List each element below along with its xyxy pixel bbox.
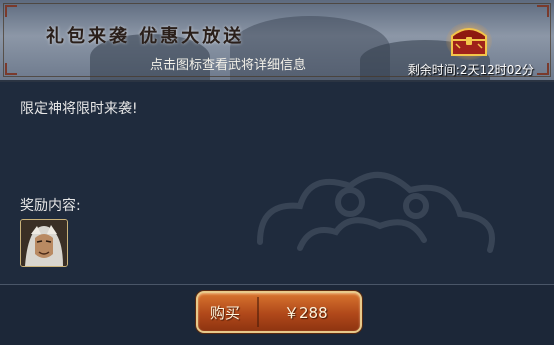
content-panel: 限定神将限时来袭! 奖励内容:	[0, 82, 554, 284]
pack-description: 限定神将限时来袭!	[20, 101, 138, 117]
price-label: ￥288	[284, 304, 328, 322]
promo-banner: 礼包来袭 优惠大放送 点击图标查看武将详细信息 剩余时间:2天12时02分	[0, 0, 554, 82]
countdown-timer: 剩余时间:2天12时02分	[407, 63, 534, 77]
corner-ornament	[5, 63, 17, 75]
cloud-decoration	[257, 171, 495, 253]
reward-label: 奖励内容:	[20, 198, 81, 214]
button-divider	[257, 297, 259, 327]
corner-ornament	[5, 5, 17, 17]
buy-button-label: 购买	[210, 304, 241, 322]
general-portrait[interactable]	[20, 219, 68, 267]
corner-ornament	[537, 63, 549, 75]
footer-bar: 购买 ￥288	[0, 284, 554, 345]
promo-subtitle: 点击图标查看武将详细信息	[150, 58, 307, 73]
buy-button[interactable]: 购买 ￥288	[196, 291, 362, 333]
corner-ornament	[537, 5, 549, 17]
treasure-chest-icon[interactable]	[446, 20, 492, 60]
promo-title: 礼包来袭 优惠大放送	[46, 26, 245, 47]
